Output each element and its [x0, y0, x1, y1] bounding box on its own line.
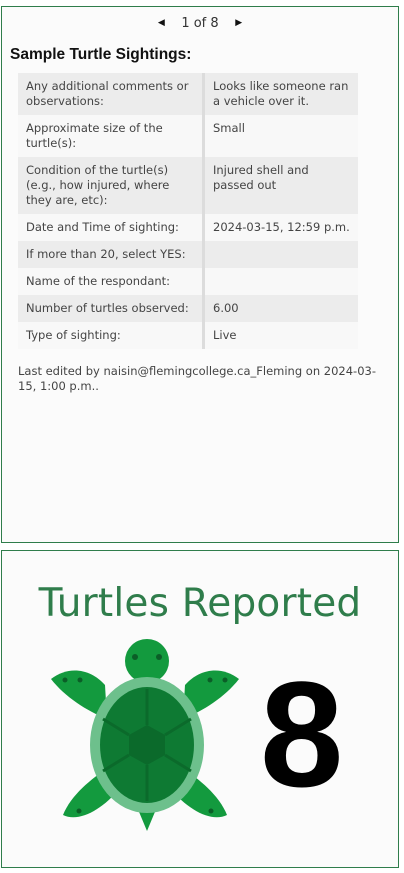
pager-count: 1 of 8 — [181, 15, 219, 31]
caret-right-icon[interactable]: ▶ — [227, 18, 251, 28]
attribute-field-value: 2024-03-15, 12:59 p.m. — [203, 214, 358, 241]
attribute-field-label: Condition of the turtle(s) (e.g., how in… — [18, 157, 205, 214]
attribute-row: If more than 20, select YES: — [18, 241, 358, 268]
caret-left-icon[interactable]: ◀ — [149, 18, 173, 28]
attribute-field-value: Injured shell and passed out — [203, 157, 358, 214]
attribute-row: Any additional comments or observations:… — [18, 73, 358, 115]
popup-panel: ◀ 1 of 8 ▶ Sample Turtle Sightings: Any … — [1, 6, 399, 543]
indicator-panel: Turtles Reported 8 — [1, 550, 399, 868]
attribute-field-value — [203, 268, 358, 295]
attribute-row: Number of turtles observed: 6.00 — [18, 295, 358, 322]
attribute-row: Condition of the turtle(s) (e.g., how in… — [18, 157, 358, 214]
attribute-field-label: Approximate size of the turtle(s): — [18, 115, 205, 157]
indicator-title: Turtles Reported — [38, 581, 362, 626]
attribute-row: Type of sighting: Live — [18, 322, 358, 349]
popup-pager: ◀ 1 of 8 ▶ — [2, 13, 398, 33]
attribute-field-label: If more than 20, select YES: — [18, 241, 205, 268]
attribute-field-value: Looks like someone ran a vehicle over it… — [203, 73, 358, 115]
attribute-row: Name of the respondant: — [18, 268, 358, 295]
attribute-field-value: Live — [203, 322, 358, 349]
attribute-field-value: 6.00 — [203, 295, 358, 322]
attribute-table: Any additional comments or observations:… — [18, 73, 358, 349]
turtle-icon — [51, 639, 239, 831]
attribute-field-label: Number of turtles observed: — [18, 295, 205, 322]
attribute-row: Date and Time of sighting: 2024-03-15, 12… — [18, 214, 358, 241]
popup-title: Sample Turtle Sightings: — [10, 46, 192, 63]
attribute-field-value: Small — [203, 115, 358, 157]
attribute-field-label: Date and Time of sighting: — [18, 214, 205, 241]
attribute-field-value — [203, 241, 358, 268]
attribute-field-label: Any additional comments or observations: — [18, 73, 205, 115]
last-edited-info: Last edited by naisin@flemingcollege.ca_… — [18, 364, 376, 393]
attribute-field-label: Type of sighting: — [18, 322, 205, 349]
indicator-value: 8 — [260, 650, 344, 818]
attribute-row: Approximate size of the turtle(s): Small — [18, 115, 358, 157]
attribute-field-label: Name of the respondant: — [18, 268, 205, 295]
